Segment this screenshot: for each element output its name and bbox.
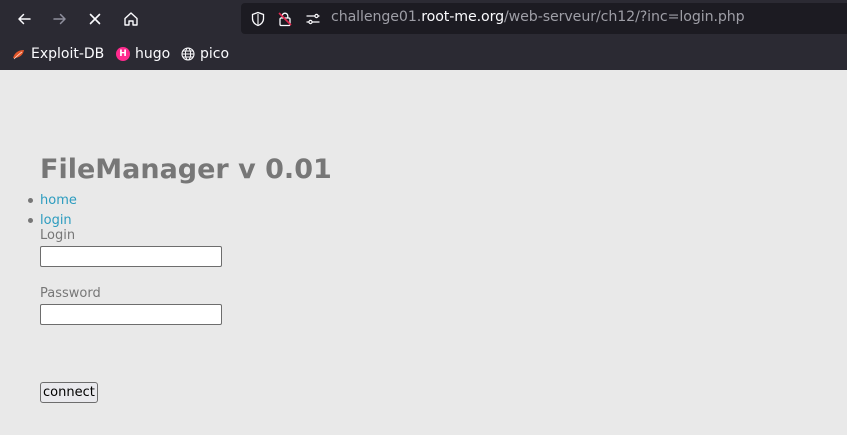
url-prefix: challenge01.	[331, 9, 422, 25]
bookmark-label: hugo	[135, 46, 171, 62]
bookmark-label: pico	[200, 46, 230, 62]
insecure-lock-icon[interactable]	[276, 10, 293, 27]
browser-chrome: challenge01.root-me.org/web-serveur/ch12…	[0, 0, 847, 70]
password-label: Password	[40, 286, 101, 301]
forward-button[interactable]	[46, 5, 74, 33]
bookmark-label: Exploit-DB	[31, 46, 105, 62]
url-text[interactable]: challenge01.root-me.org/web-serveur/ch12…	[331, 9, 745, 25]
exploit-db-icon	[12, 47, 26, 61]
bookmark-exploit-db[interactable]: Exploit-DB	[12, 43, 104, 65]
page-title: FileManager v 0.01	[40, 154, 332, 185]
home-icon	[124, 12, 138, 26]
tracking-protection-shield-icon[interactable]	[249, 10, 266, 27]
globe-icon	[181, 47, 195, 61]
home-link[interactable]: home	[40, 193, 77, 208]
site-nav: home login	[28, 190, 77, 230]
bullet-icon	[28, 197, 33, 203]
back-icon	[18, 13, 31, 25]
nav-item-home: home	[28, 190, 77, 210]
login-link[interactable]: login	[40, 213, 72, 228]
site-permissions-icon[interactable]	[304, 10, 321, 27]
login-input[interactable]	[40, 246, 222, 267]
bookmark-hugo[interactable]: H hugo	[116, 43, 170, 65]
url-domain: root-me.org	[421, 9, 504, 25]
nav-item-login: login	[28, 210, 77, 230]
login-label: Login	[40, 228, 76, 243]
hugo-icon: H	[116, 47, 130, 61]
navigation-toolbar: challenge01.root-me.org/web-serveur/ch12…	[0, 0, 847, 38]
bullet-icon	[28, 217, 33, 223]
url-path: /web-serveur/ch12/?inc=login.php	[504, 9, 745, 25]
forward-icon	[53, 13, 66, 25]
connect-button[interactable]: connect	[40, 382, 98, 403]
stop-icon	[89, 13, 101, 25]
bookmark-pico[interactable]: pico	[181, 43, 229, 65]
home-button[interactable]	[117, 5, 145, 33]
back-button[interactable]	[10, 5, 38, 33]
address-bar[interactable]: challenge01.root-me.org/web-serveur/ch12…	[241, 3, 847, 34]
stop-button[interactable]	[81, 5, 109, 33]
page-content: FileManager v 0.01 home login Login Pass…	[0, 70, 847, 435]
password-input[interactable]	[40, 304, 222, 325]
bookmarks-toolbar: Exploit-DB H hugo pico	[0, 38, 847, 70]
